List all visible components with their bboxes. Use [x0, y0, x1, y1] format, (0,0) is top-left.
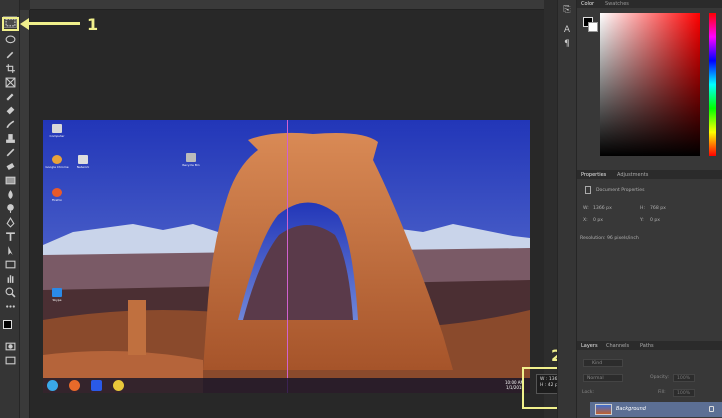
tools-panel — [0, 0, 20, 418]
height-label: H: — [640, 206, 646, 211]
clone-stamp-tool-icon[interactable] — [3, 132, 17, 144]
blur-tool-icon[interactable] — [3, 188, 17, 200]
healing-brush-tool-icon[interactable] — [3, 104, 17, 116]
properties-panel-tabs: Properties Adjustments — [577, 170, 722, 179]
desktop-icon: Computer — [46, 124, 68, 138]
gradient-tool-icon[interactable] — [3, 174, 17, 186]
hand-tool-icon[interactable] — [3, 272, 17, 284]
width-label: W: — [583, 206, 589, 211]
layer-filter-kind[interactable]: Kind — [583, 359, 623, 367]
paragraph-icon[interactable]: ¶ — [561, 38, 573, 50]
layer-thumbnail — [595, 404, 612, 415]
annotation-box-marquee — [2, 17, 19, 31]
document-properties-icon — [585, 186, 591, 194]
word-icon — [91, 380, 102, 391]
start-icon — [47, 380, 58, 391]
desktop-icon: Network — [72, 155, 94, 169]
taskbar: 10:00 AM 1/1/2018 — [43, 378, 530, 393]
history-icon[interactable]: ⎘ — [561, 4, 573, 16]
quick-selection-tool-icon[interactable] — [3, 48, 17, 60]
height-value[interactable]: 768 px — [650, 206, 666, 211]
more-tools-icon[interactable] — [3, 300, 17, 312]
chrome-icon — [113, 380, 124, 391]
tab-swatches[interactable]: Swatches — [605, 1, 629, 7]
screen-mode-icon[interactable] — [3, 354, 17, 366]
desktop-icon: Google Chrome — [45, 155, 69, 169]
annotation-label-1: 1 — [87, 15, 99, 34]
color-picker-field[interactable] — [600, 13, 700, 156]
tab-channels[interactable]: Channels — [606, 343, 629, 349]
opacity-field[interactable]: 100% — [673, 374, 695, 382]
rectangle-tool-icon[interactable] — [3, 258, 17, 270]
opacity-label: Opacity: — [650, 375, 669, 380]
document-properties-title: Document Properties — [596, 188, 645, 193]
foreground-color-icon[interactable] — [3, 320, 12, 329]
resolution-text: Resolution: 96 pixels/inch — [580, 236, 639, 241]
zoom-tool-icon[interactable] — [3, 286, 17, 298]
tab-adjustments[interactable]: Adjustments — [617, 172, 648, 178]
desktop-icon: Recycle Bin — [180, 153, 202, 167]
character-icon[interactable]: A — [561, 24, 573, 36]
vertical-ruler[interactable] — [20, 10, 30, 418]
eyedropper-tool-icon[interactable] — [3, 90, 17, 102]
fill-label: Fill: — [658, 390, 666, 395]
dodge-tool-icon[interactable] — [3, 202, 17, 214]
desktop-icon: Skype — [46, 288, 68, 302]
horizontal-ruler[interactable] — [30, 0, 544, 10]
x-label: X: — [583, 218, 588, 223]
width-value[interactable]: 1366 px — [593, 206, 612, 211]
lock-label: Lock: — [582, 390, 595, 395]
hue-slider[interactable] — [709, 13, 716, 156]
frame-tool-icon[interactable] — [3, 76, 17, 88]
lock-icon[interactable] — [709, 406, 714, 412]
fill-field[interactable]: 100% — [673, 389, 695, 397]
collapsed-panels: ⎘ A ¶ — [557, 0, 577, 418]
type-tool-icon[interactable] — [3, 230, 17, 242]
desktop-icon: Firefox — [46, 188, 68, 202]
y-label: Y: — [640, 218, 644, 223]
firefox-icon — [69, 380, 80, 391]
annotation-arrow — [25, 22, 80, 25]
brush-tool-icon[interactable] — [3, 118, 17, 130]
crop-tool-icon[interactable] — [3, 62, 17, 74]
layer-row-background[interactable]: Background — [590, 402, 722, 417]
vertical-guide[interactable] — [287, 120, 288, 393]
color-panel-tabs: Color Swatches — [577, 0, 722, 8]
lasso-tool-icon[interactable] — [3, 34, 17, 46]
blend-mode-select[interactable]: Normal — [583, 374, 623, 382]
path-selection-tool-icon[interactable] — [3, 244, 17, 256]
tab-properties[interactable]: Properties — [581, 172, 606, 178]
background-swatch[interactable] — [588, 22, 598, 32]
layer-name: Background — [616, 406, 646, 412]
tab-color[interactable]: Color — [581, 1, 594, 7]
quick-mask-icon[interactable] — [3, 340, 17, 352]
x-value[interactable]: 0 px — [593, 218, 603, 223]
history-brush-tool-icon[interactable] — [3, 146, 17, 158]
tab-layers[interactable]: Layers — [581, 343, 598, 349]
y-value[interactable]: 0 px — [650, 218, 660, 223]
layers-panel-tabs: Layers Channels Paths — [577, 341, 722, 350]
pen-tool-icon[interactable] — [3, 216, 17, 228]
eraser-tool-icon[interactable] — [3, 160, 17, 172]
tab-paths[interactable]: Paths — [640, 343, 654, 349]
